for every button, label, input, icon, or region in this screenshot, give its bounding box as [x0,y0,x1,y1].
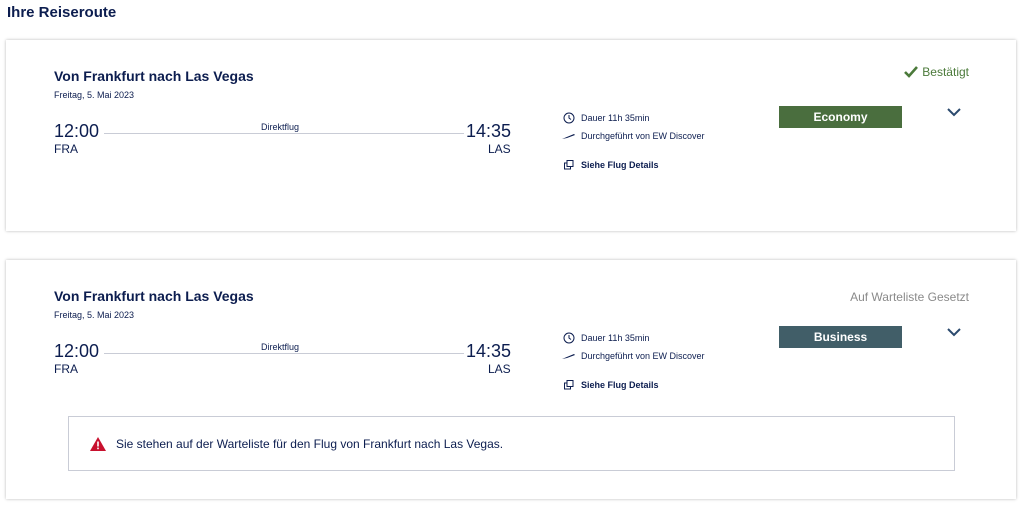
duration-text: Dauer 11h 35min [581,113,650,123]
checkmark-icon [904,66,919,78]
alert-text: Sie stehen auf der Warteliste für den Fl… [116,436,504,451]
waitlist-alert: Sie stehen auf der Warteliste für den Fl… [68,416,955,471]
duration-row: Dauer 11h 35min [561,332,649,344]
airplane-icon [561,350,576,362]
operator-text: Durchgeführt von EW Discover [581,131,705,141]
clock-icon [561,332,576,344]
details-link-label[interactable]: Siehe Flug Details [581,160,659,170]
airplane-icon [561,130,576,142]
status-confirmed: Bestätigt [904,65,969,79]
operator-text: Durchgeführt von EW Discover [581,351,705,361]
external-link-icon [561,159,576,171]
clock-icon [561,112,576,124]
stops-label: Direktflug [261,122,300,132]
departure-time: 12:00 [54,341,100,361]
duration-text: Dauer 11h 35min [581,333,650,343]
page-title: Ihre Reiseroute [7,4,117,21]
arrival-time: 14:35 [466,121,512,141]
details-link-label[interactable]: Siehe Flug Details [581,380,659,390]
cabin-class-badge: Business [779,326,902,348]
route-title: Von Frankfurt nach Las Vegas [54,288,254,304]
flight-card: Von Frankfurt nach Las Vegas Freitag, 5.… [6,40,1016,231]
flight-details-link[interactable]: Siehe Flug Details [561,379,659,391]
status-waitlisted: Auf Warteliste Gesetzt [850,290,969,304]
arrival-code: LAS [488,142,511,156]
warning-icon [89,436,107,452]
duration-row: Dauer 11h 35min [561,112,649,124]
departure-code: FRA [54,362,78,376]
flight-date: Freitag, 5. Mai 2023 [54,90,135,100]
chevron-down-icon[interactable] [946,326,962,338]
departure-code: FRA [54,142,78,156]
arrival-code: LAS [488,362,511,376]
route-line [104,353,464,354]
flight-date: Freitag, 5. Mai 2023 [54,310,135,320]
flight-card: Von Frankfurt nach Las Vegas Freitag, 5.… [6,260,1016,499]
operator-row: Durchgeführt von EW Discover [561,350,705,362]
arrival-time: 14:35 [466,341,512,361]
route-line [104,133,464,134]
route-title: Von Frankfurt nach Las Vegas [54,68,254,84]
cabin-class-badge: Economy [779,106,902,128]
status-text: Bestätigt [922,65,969,79]
operator-row: Durchgeführt von EW Discover [561,130,705,142]
departure-time: 12:00 [54,121,100,141]
stops-label: Direktflug [261,342,300,352]
chevron-down-icon[interactable] [946,106,962,118]
external-link-icon [561,379,576,391]
flight-details-link[interactable]: Siehe Flug Details [561,159,659,171]
